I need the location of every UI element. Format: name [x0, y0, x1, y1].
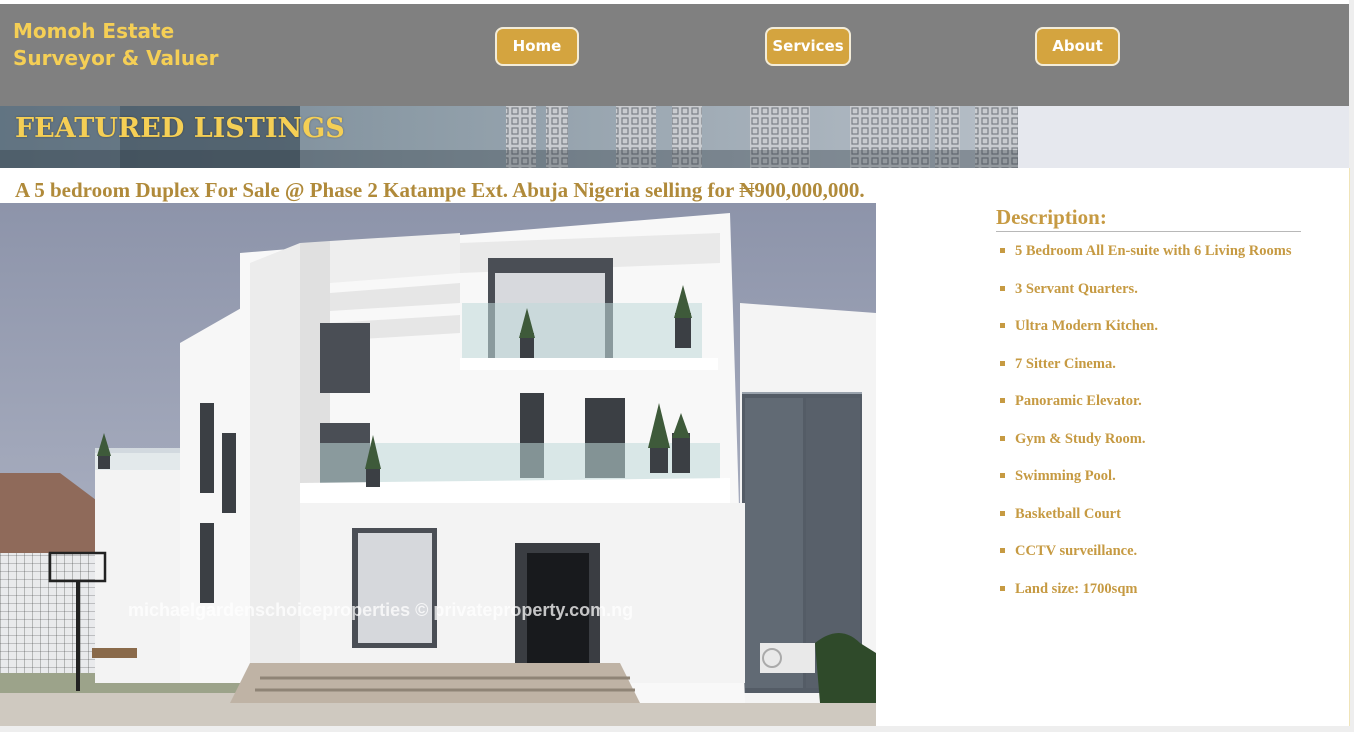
- listing-title: A 5 bedroom Duplex For Sale @ Phase 2 Ka…: [15, 178, 865, 202]
- feature-text: Land size: 1700sqm: [1015, 580, 1138, 597]
- bullet-square-icon: [1000, 435, 1005, 441]
- property-photo[interactable]: michaelgardenschoiceproperties © private…: [0, 203, 876, 726]
- bullet-square-icon: [1000, 510, 1005, 516]
- featured-banner: FEATURED LISTINGS: [0, 106, 1349, 168]
- feature-item: Ultra Modern Kitchen.: [996, 316, 1301, 354]
- feature-item: 7 Sitter Cinema.: [996, 354, 1301, 392]
- description-panel: Description: 5 Bedroom All En-suite with…: [996, 204, 1301, 616]
- feature-text: Gym & Study Room.: [1015, 430, 1146, 447]
- bullet-square-icon: [1000, 248, 1005, 253]
- feature-text: Ultra Modern Kitchen.: [1015, 318, 1158, 334]
- nav-home-button[interactable]: Home: [495, 27, 579, 66]
- feature-item: Gym & Study Room.: [996, 429, 1301, 467]
- bullet-square-icon: [1000, 473, 1005, 478]
- bullet-square-icon: [1000, 548, 1005, 553]
- brand-name: Momoh Estate: [13, 19, 175, 43]
- description-heading: Description:: [996, 204, 1301, 232]
- feature-text: 3 Servant Quarters.: [1015, 280, 1138, 297]
- feature-item: Land size: 1700sqm: [996, 579, 1301, 617]
- site-header: Momoh Estate Surveyor & Valuer Home Serv…: [0, 4, 1349, 106]
- brand-logo-text[interactable]: Momoh Estate Surveyor & Valuer: [13, 18, 219, 72]
- feature-item: Panoramic Elevator.: [996, 391, 1301, 429]
- listing-content: A 5 bedroom Duplex For Sale @ Phase 2 Ka…: [0, 168, 1350, 726]
- brand-tagline: Surveyor & Valuer: [13, 46, 219, 70]
- feature-text: Swimming Pool.: [1015, 468, 1116, 484]
- bullet-square-icon: [1000, 285, 1005, 291]
- bullet-square-icon: [1000, 360, 1005, 366]
- feature-item: CCTV surveillance.: [996, 541, 1301, 579]
- feature-item: 5 Bedroom All En-suite with 6 Living Roo…: [996, 241, 1301, 279]
- feature-text: Basketball Court: [1015, 505, 1121, 522]
- duplex-image: michaelgardenschoiceproperties © private…: [0, 203, 876, 726]
- photo-watermark: michaelgardenschoiceproperties © private…: [128, 600, 633, 620]
- featured-listings-heading: FEATURED LISTINGS: [15, 113, 345, 144]
- bullet-square-icon: [1000, 323, 1005, 328]
- feature-item: Basketball Court: [996, 504, 1301, 542]
- feature-list: 5 Bedroom All En-suite with 6 Living Roo…: [996, 241, 1301, 616]
- page: Momoh Estate Surveyor & Valuer Home Serv…: [0, 0, 1354, 732]
- feature-text: 5 Bedroom All En-suite with 6 Living Roo…: [1015, 243, 1292, 259]
- bullet-square-icon: [1000, 398, 1005, 403]
- feature-text: 7 Sitter Cinema.: [1015, 355, 1116, 372]
- nav-services-button[interactable]: Services: [765, 27, 851, 66]
- feature-text: Panoramic Elevator.: [1015, 393, 1142, 409]
- nav-about-button[interactable]: About: [1035, 27, 1120, 66]
- feature-item: Swimming Pool.: [996, 466, 1301, 504]
- feature-item: 3 Servant Quarters.: [996, 279, 1301, 317]
- feature-text: CCTV surveillance.: [1015, 543, 1138, 559]
- bullet-square-icon: [1000, 585, 1005, 591]
